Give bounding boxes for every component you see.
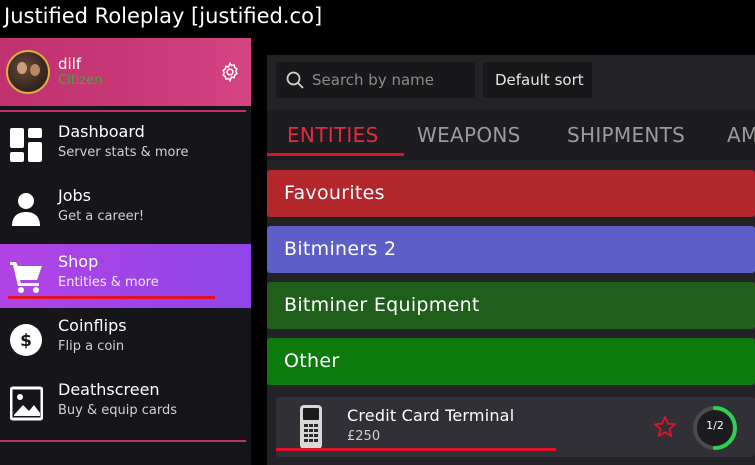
card-terminal-icon	[300, 405, 322, 449]
sidebar-item-label: Deathscreen	[58, 380, 160, 399]
sidebar-item-sublabel: Get a career!	[58, 209, 145, 224]
window-titlebar: Justified Roleplay [justified.co]	[0, 0, 755, 38]
item-price: £250	[347, 429, 381, 444]
category-label: Favourites	[284, 182, 385, 204]
image-icon	[10, 386, 43, 421]
active-nav-underline	[8, 296, 215, 299]
avatar	[6, 50, 50, 94]
sidebar-item-sublabel: Buy & equip cards	[58, 403, 177, 418]
item-name: Credit Card Terminal	[347, 406, 515, 425]
category-label: Other	[284, 350, 340, 372]
tab-weapons[interactable]: WEAPONS	[417, 123, 521, 147]
sidebar-item-deathscreen[interactable]: Deathscreen Buy & equip cards	[0, 372, 251, 436]
sidebar-item-sublabel: Server stats & more	[58, 145, 189, 160]
category-favourites[interactable]: Favourites	[267, 170, 755, 217]
sidebar-item-jobs[interactable]: Jobs Get a career!	[0, 178, 251, 242]
sidebar-item-label: Dashboard	[58, 122, 145, 141]
window-title: Justified Roleplay [justified.co]	[4, 4, 323, 28]
category-bitminers-2[interactable]: Bitminers 2	[267, 226, 755, 273]
sidebar-item-coinflips[interactable]: $ Coinflips Flip a coin	[0, 308, 251, 372]
tab-shipments[interactable]: SHIPMENTS	[567, 123, 685, 147]
search-placeholder: Search by name	[312, 71, 435, 89]
dollar-icon: $	[10, 324, 42, 356]
tab-ammo[interactable]: AM	[727, 123, 755, 147]
person-icon	[12, 193, 40, 226]
cart-icon	[10, 262, 42, 293]
dashboard-icon	[10, 128, 42, 162]
profile-rank: Citizen	[58, 73, 103, 88]
sidebar-divider	[0, 440, 246, 442]
stock-count: 1/2	[706, 419, 724, 432]
profile-name: dilf	[58, 55, 82, 73]
sidebar-item-dashboard[interactable]: Dashboard Server stats & more	[0, 114, 251, 178]
favourite-star-icon[interactable]	[653, 415, 677, 439]
gear-icon[interactable]	[219, 61, 241, 83]
shop-panel: Search by name Default sort ENTITIES WEA…	[267, 55, 755, 465]
sidebar-item-label: Coinflips	[58, 316, 127, 335]
sidebar-item-sublabel: Flip a coin	[58, 339, 125, 354]
sort-label: Default sort	[495, 71, 584, 89]
tab-entities[interactable]: ENTITIES	[287, 123, 379, 147]
search-input[interactable]: Search by name	[276, 62, 475, 98]
search-icon	[286, 71, 304, 89]
sort-dropdown[interactable]: Default sort	[483, 62, 592, 98]
sidebar-item-label: Shop	[58, 252, 99, 271]
item-underline	[276, 448, 556, 451]
category-label: Bitminers 2	[284, 238, 397, 260]
sidebar: dilf Citizen Dashboard Server stats & mo…	[0, 38, 251, 465]
sidebar-item-sublabel: Entities & more	[58, 275, 159, 290]
category-other[interactable]: Other	[267, 338, 755, 385]
active-tab-underline	[267, 153, 404, 156]
profile-card: dilf Citizen	[0, 38, 251, 106]
sidebar-item-label: Jobs	[58, 186, 91, 205]
category-bitminer-equipment[interactable]: Bitminer Equipment	[267, 282, 755, 329]
svg-text:$: $	[20, 331, 32, 351]
category-label: Bitminer Equipment	[284, 294, 480, 316]
profile-divider	[0, 110, 246, 112]
